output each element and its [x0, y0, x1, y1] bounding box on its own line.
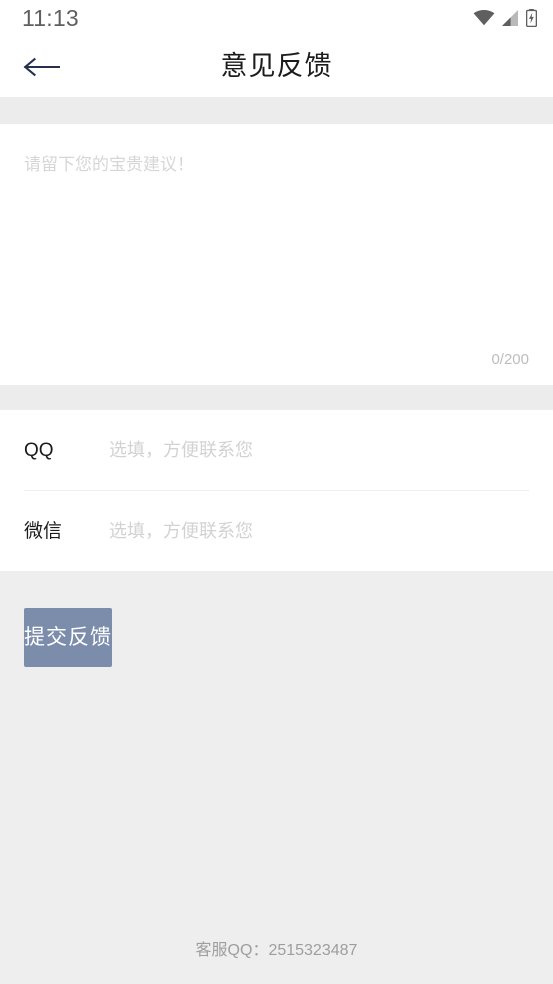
- contact-row-qq: QQ: [0, 410, 553, 490]
- qq-input[interactable]: [109, 439, 529, 461]
- qq-label: QQ: [24, 439, 54, 461]
- wechat-input[interactable]: [109, 520, 529, 542]
- arrow-left-icon: [22, 55, 60, 79]
- section-separator-top: [0, 97, 553, 124]
- page-title: 意见反馈: [220, 51, 333, 81]
- customer-service-note: 客服QQ：2515323487: [195, 942, 358, 959]
- lower-section: 提交反馈 客服QQ：2515323487: [0, 571, 553, 984]
- wechat-label: 微信: [24, 520, 63, 542]
- submit-feedback-button[interactable]: 提交反馈: [24, 608, 112, 667]
- character-counter: 0/200: [491, 351, 529, 368]
- feedback-card: 0/200: [0, 124, 553, 385]
- feedback-screen: 11:13 意见反馈 请留下您的宝贵建议！ 0/200 QQ 选填，方便联系您 …: [0, 0, 553, 984]
- status-bar: 11:13: [0, 0, 553, 36]
- feedback-textarea[interactable]: [24, 152, 529, 385]
- contact-card: QQ 微信: [0, 410, 553, 571]
- status-bar-clock: 11:13: [22, 4, 79, 31]
- title-bar: 意见反馈: [0, 36, 553, 97]
- cellular-signal-icon: [502, 10, 519, 26]
- status-bar-icons: [473, 9, 537, 27]
- battery-charging-icon: [526, 9, 537, 27]
- back-button[interactable]: [14, 46, 70, 88]
- wifi-icon: [473, 10, 495, 26]
- section-separator-middle: [0, 385, 553, 410]
- contact-row-wechat: 微信: [0, 491, 553, 571]
